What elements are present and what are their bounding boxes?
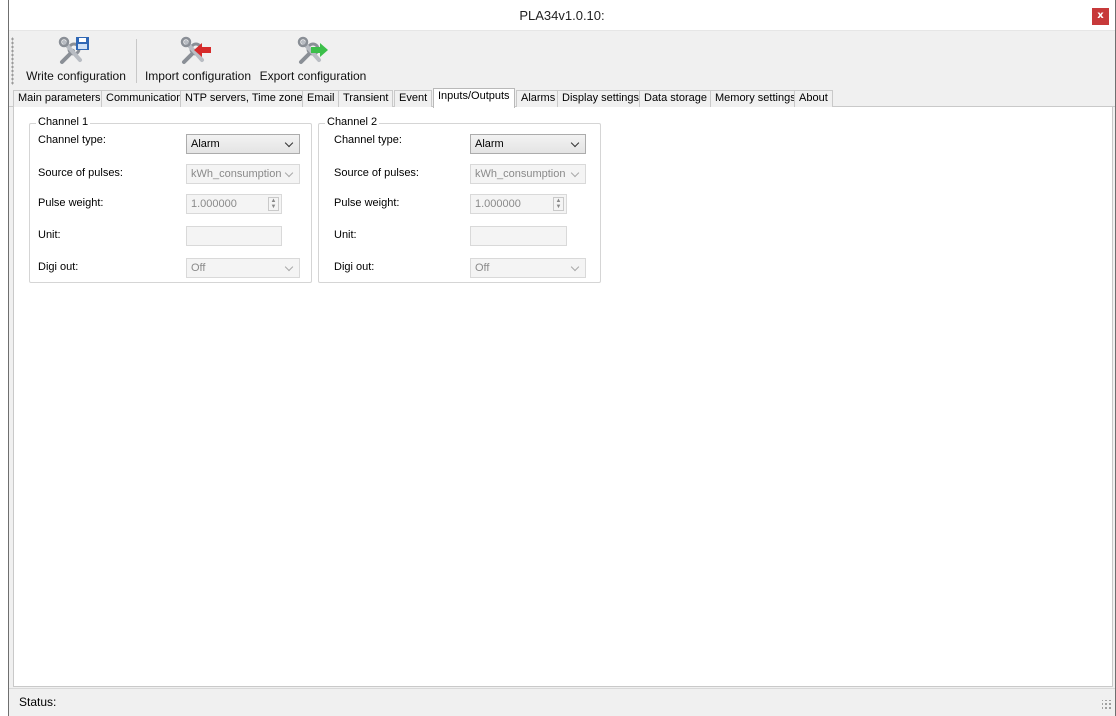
channel-2-pulse-weight-value: 1.000000 [475, 198, 521, 210]
tab-alarms[interactable]: Alarms [516, 90, 561, 107]
import-configuration-label: Import configuration [144, 69, 252, 83]
channel-type-label: Channel type: [334, 134, 402, 146]
import-configuration-button[interactable]: Import configuration [142, 36, 254, 84]
write-configuration-label: Write configuration [26, 69, 126, 83]
channel-2-group: Channel 2 Channel type: Alarm Source of … [318, 116, 601, 283]
title-bar: PLA34v1.0.10: x [9, 0, 1115, 31]
app-window: PLA34v1.0.10: x Write configuration Impo… [8, 0, 1116, 716]
tab-strip: Main parameters Communication NTP server… [9, 88, 1115, 108]
digi-out-label: Digi out: [334, 261, 375, 273]
status-bar: Status: [9, 688, 1115, 716]
channel-2-digi-out-select[interactable]: Off [470, 258, 586, 278]
status-label: Status: [19, 695, 57, 709]
channel-2-title: Channel 2 [325, 116, 380, 128]
unit-label: Unit: [334, 229, 357, 241]
channel-1-type-select[interactable]: Alarm [186, 134, 300, 154]
channel-type-label: Channel type: [38, 134, 106, 146]
window-title: PLA34v1.0.10: [519, 8, 605, 23]
write-configuration-button[interactable]: Write configuration [17, 36, 135, 84]
export-configuration-label: Export configuration [259, 69, 367, 83]
channel-1-pulse-weight-input[interactable]: 1.000000 ▲ ▼ [186, 194, 282, 214]
channel-1-title: Channel 1 [36, 116, 91, 128]
toolbar-grip[interactable] [11, 37, 14, 85]
pulse-weight-label: Pulse weight: [334, 197, 400, 209]
channel-1-digi-out-select[interactable]: Off [186, 258, 300, 278]
digi-out-label: Digi out: [38, 261, 79, 273]
tools-save-icon [58, 36, 89, 64]
tab-main-parameters[interactable]: Main parameters [13, 90, 106, 107]
export-configuration-button[interactable]: Export configuration [259, 36, 367, 84]
tab-data-storage[interactable]: Data storage [639, 90, 712, 107]
inputs-outputs-panel: Channel 1 Channel type: Alarm Source of … [13, 107, 1113, 687]
tab-event[interactable]: Event [394, 90, 433, 107]
channel-1-pulse-weight-value: 1.000000 [191, 198, 237, 210]
tab-inputs-outputs[interactable]: Inputs/Outputs [433, 88, 515, 108]
unit-label: Unit: [38, 229, 61, 241]
resize-grip-icon[interactable] [1102, 700, 1112, 710]
source-of-pulses-label: Source of pulses: [334, 167, 419, 179]
tab-ntp-servers[interactable]: NTP servers, Time zone [180, 90, 308, 107]
tab-transient[interactable]: Transient [338, 90, 394, 107]
tools-import-icon [180, 36, 211, 64]
pulse-weight-label: Pulse weight: [38, 197, 104, 209]
toolbar: Write configuration Import configuration… [9, 31, 1115, 88]
source-of-pulses-label: Source of pulses: [38, 167, 123, 179]
tab-memory-settings[interactable]: Memory settings [710, 90, 801, 107]
channel-2-type-select[interactable]: Alarm [470, 134, 586, 154]
channel-2-unit-input[interactable] [470, 226, 567, 246]
channel-2-pulse-weight-input[interactable]: 1.000000 ▲ ▼ [470, 194, 567, 214]
tools-export-icon [297, 36, 328, 64]
toolbar-separator [136, 39, 137, 83]
channel-1-group: Channel 1 Channel type: Alarm Source of … [29, 116, 312, 283]
channel-2-source-select[interactable]: kWh_consumption [470, 164, 586, 184]
tab-email[interactable]: Email [302, 90, 340, 107]
spinner-arrows-icon[interactable]: ▲ ▼ [553, 197, 564, 211]
channel-1-unit-input[interactable] [186, 226, 282, 246]
spinner-arrows-icon[interactable]: ▲ ▼ [268, 197, 279, 211]
tab-communication[interactable]: Communication [101, 90, 188, 107]
tab-display-settings[interactable]: Display settings [557, 90, 645, 107]
close-button[interactable]: x [1092, 8, 1109, 25]
channel-1-source-select[interactable]: kWh_consumption [186, 164, 300, 184]
tab-about[interactable]: About [794, 90, 833, 107]
